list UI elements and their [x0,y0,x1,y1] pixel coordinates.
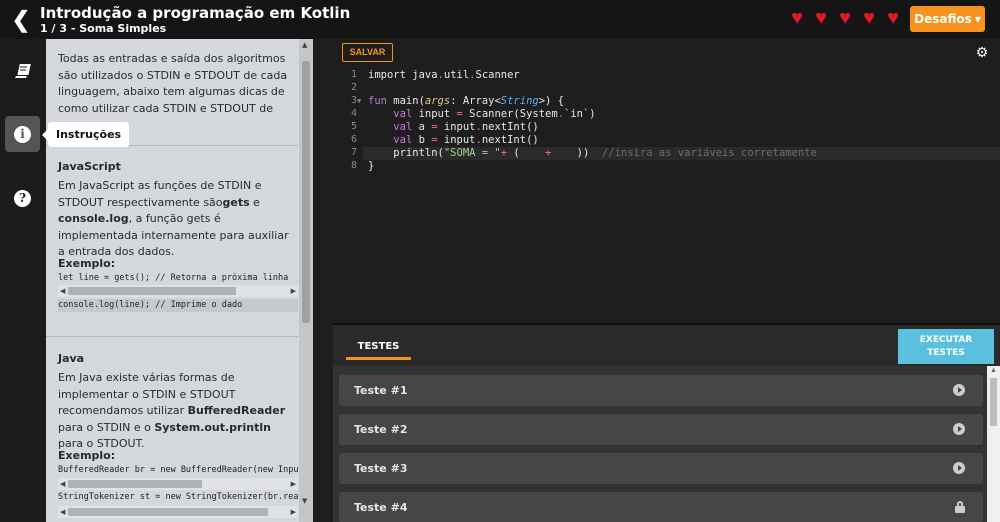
js-code-line-1: let line = gets(); // Retorna a próxima … [58,273,289,283]
info-icon: i [14,125,31,143]
line-number: 2 [350,82,357,93]
line-number: 1 [350,69,357,80]
scroll-up-icon[interactable]: ▲ [990,367,997,374]
tests-scrollbar[interactable]: ▲ [987,366,1000,522]
help-icon: ? [14,189,31,207]
line-number: 3 [350,95,357,106]
nav-instructions-button[interactable]: i [5,116,40,152]
code-line: val input = Scanner(System.`in`) [393,108,596,120]
scroll-thumb[interactable] [990,378,997,426]
heart-icon: ♥ [887,7,899,29]
java-code-scrollbar[interactable]: ◀ ▶ [58,478,298,490]
desafios-dropdown-button[interactable]: Desafios ▼ [910,6,985,32]
scroll-right-icon[interactable]: ▶ [291,506,296,518]
java-code-scrollbar-2[interactable]: ◀ ▶ [58,506,298,518]
js-section-title: JavaScript [58,160,121,173]
editor-toolbar [333,39,1000,67]
scroll-right-icon[interactable]: ▶ [291,285,296,297]
scroll-right-icon[interactable]: ▶ [291,478,296,490]
test-label: Teste #1 [354,384,408,397]
java-example-label: Exemplo: [58,449,116,462]
book-icon [14,64,31,78]
test-item[interactable]: Teste #4 [339,492,983,522]
fold-arrow-icon[interactable]: ▼ [357,97,361,105]
line-number: 4 [350,108,357,119]
code-line: import java.util.Scanner [368,69,520,81]
left-nav: i ? [0,39,46,522]
test-item[interactable]: Teste #1 [339,375,983,406]
course-title: Introdução a programação em Kotlin [40,4,351,22]
lock-icon [955,501,965,513]
code-editor[interactable]: 1 2 3 ▼ 4 5 6 7 8 import java.util.Scann… [333,67,1000,323]
tab-active-indicator [346,357,411,360]
instructions-tooltip: Instruções [41,122,130,147]
instructions-scrollbar[interactable]: ▲ ▼ [299,39,313,522]
play-icon[interactable] [953,462,965,474]
intro-text: Todas as entradas e saída dos algoritmos… [58,52,288,115]
heart-icon: ♥ [791,7,803,29]
run-tests-button[interactable]: EXECUTAR TESTES [898,329,994,364]
java-section-title: Java [58,352,85,365]
lives-indicator: ♥ ♥ ♥ ♥ ♥ [788,7,902,29]
line-number: 8 [350,160,357,171]
play-icon[interactable] [953,384,965,396]
line-number: 7 [350,147,357,158]
java-code-line-2: StringTokenizer st = new StringTokenizer… [58,492,298,502]
line-number-gutter: 1 2 3 ▼ 4 5 6 7 8 [333,67,363,323]
code-line: fun main(args: Array<String>) { [368,95,565,107]
scroll-thumb[interactable] [68,508,268,516]
heart-icon: ♥ [815,7,827,29]
nav-book-button[interactable] [5,53,40,89]
gear-icon[interactable]: ⚙ [975,45,989,59]
line-number: 5 [350,121,357,132]
js-description: Em JavaScript as funções de STDIN e STDO… [58,179,289,258]
code-line: } [368,160,375,172]
js-code-scrollbar[interactable]: ◀ ▶ [58,285,298,297]
test-item[interactable]: Teste #2 [339,414,983,445]
test-label: Teste #2 [354,423,408,436]
line-number: 6 [350,134,357,145]
caret-down-icon: ▼ [974,14,981,24]
tests-list: Teste #1 Teste #2 Teste #3 Teste #4 [333,366,1000,522]
js-code-line-2: console.log(line); // Imprime o dado [58,299,298,312]
save-button[interactable]: SALVAR [342,43,393,62]
code-line: val a = input.nextInt() [393,121,539,133]
scroll-thumb[interactable] [302,61,310,323]
nav-help-button[interactable]: ? [5,180,40,216]
scroll-left-icon[interactable]: ◀ [60,478,65,490]
scroll-left-icon[interactable]: ◀ [60,285,65,297]
run-tests-label-2: TESTES [927,348,965,358]
instructions-panel[interactable]: Todas as entradas e saída dos algoritmos… [46,39,313,522]
test-item[interactable]: Teste #3 [339,453,983,484]
chevron-left-icon: ❮ [11,7,31,32]
java-description: Em Java existe várias formas de implemen… [58,371,286,450]
test-label: Teste #4 [354,501,408,514]
back-button[interactable]: ❮ [8,7,34,33]
play-icon[interactable] [953,423,965,435]
scroll-down-icon[interactable]: ▼ [302,497,307,505]
code-line: println("SOMA = "+ ( + )) //insira as va… [368,147,817,159]
scroll-left-icon[interactable]: ◀ [60,506,65,518]
heart-icon: ♥ [839,7,851,29]
js-example-label: Exemplo: [58,257,116,270]
section-divider [46,336,298,337]
scroll-up-icon[interactable]: ▲ [302,41,307,49]
instructions-content: Todas as entradas e saída dos algoritmos… [46,39,298,522]
java-code-line-1: BufferedReader br = new BufferedReader(n… [58,465,298,475]
lesson-title: 1 / 3 - Soma Simples [40,22,167,35]
desafios-label: Desafios [914,12,972,26]
run-tests-label-1: EXECUTAR [919,335,973,345]
test-label: Teste #3 [354,462,408,475]
code-line: val b = input.nextInt() [393,134,539,146]
heart-icon: ♥ [863,7,875,29]
scroll-thumb[interactable] [68,287,236,295]
scroll-thumb[interactable] [68,480,202,488]
